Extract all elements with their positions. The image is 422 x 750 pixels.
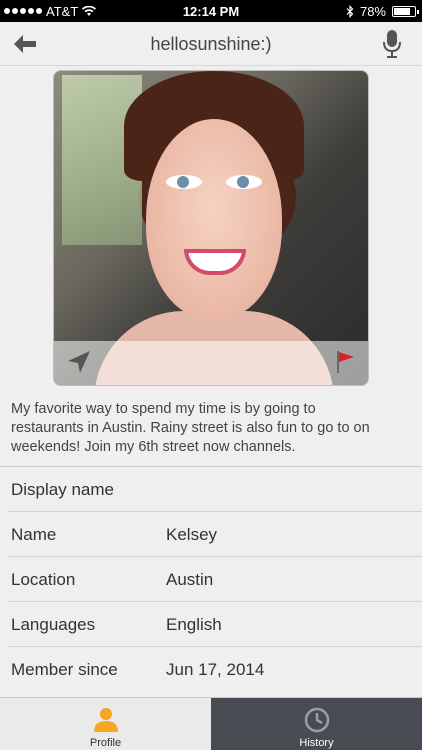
detail-row-location: Location Austin bbox=[8, 557, 422, 602]
display-name-label: Display name bbox=[11, 480, 114, 499]
detail-value: Kelsey bbox=[166, 525, 218, 544]
profile-bio: My favorite way to spend my time is by g… bbox=[11, 401, 370, 455]
person-icon bbox=[94, 708, 118, 732]
microphone-icon[interactable] bbox=[382, 29, 402, 59]
tab-profile[interactable]: Profile bbox=[0, 698, 211, 750]
report-flag-icon[interactable] bbox=[334, 349, 358, 375]
navigation-bar: hellosunshine:) bbox=[0, 22, 422, 66]
profile-details: Display name Name Kelsey Location Austin… bbox=[0, 466, 422, 696]
tab-label: History bbox=[299, 737, 334, 749]
detail-value: Austin bbox=[166, 570, 214, 589]
detail-label: Languages bbox=[11, 615, 96, 634]
page-title: hellosunshine:) bbox=[150, 34, 272, 54]
profile-photo bbox=[53, 70, 369, 386]
status-right: 78% bbox=[346, 0, 419, 22]
detail-label: Location bbox=[11, 570, 76, 589]
tab-history[interactable]: History bbox=[211, 698, 422, 750]
display-name-row: Display name bbox=[8, 467, 422, 512]
location-arrow-icon[interactable] bbox=[66, 349, 92, 375]
tab-label: Profile bbox=[89, 737, 122, 749]
detail-label: Member since bbox=[11, 660, 118, 679]
detail-value: Jun 17, 2014 bbox=[166, 660, 265, 679]
bluetooth-icon bbox=[346, 4, 354, 18]
detail-row-languages: Languages English bbox=[8, 602, 422, 647]
battery-level bbox=[394, 7, 410, 15]
tab-bar: Profile History bbox=[0, 697, 422, 750]
battery-percent: 78% bbox=[359, 3, 386, 19]
detail-row-name: Name Kelsey bbox=[8, 512, 422, 557]
history-clock-icon bbox=[304, 707, 330, 733]
status-bar: AT&T 12:14 PM 78% bbox=[0, 0, 422, 22]
detail-label: Name bbox=[11, 525, 57, 544]
detail-row-member-since: Member since Jun 17, 2014 bbox=[8, 647, 422, 692]
detail-value: English bbox=[166, 615, 222, 634]
battery-icon bbox=[392, 5, 419, 17]
photo-action-bar bbox=[54, 341, 368, 385]
